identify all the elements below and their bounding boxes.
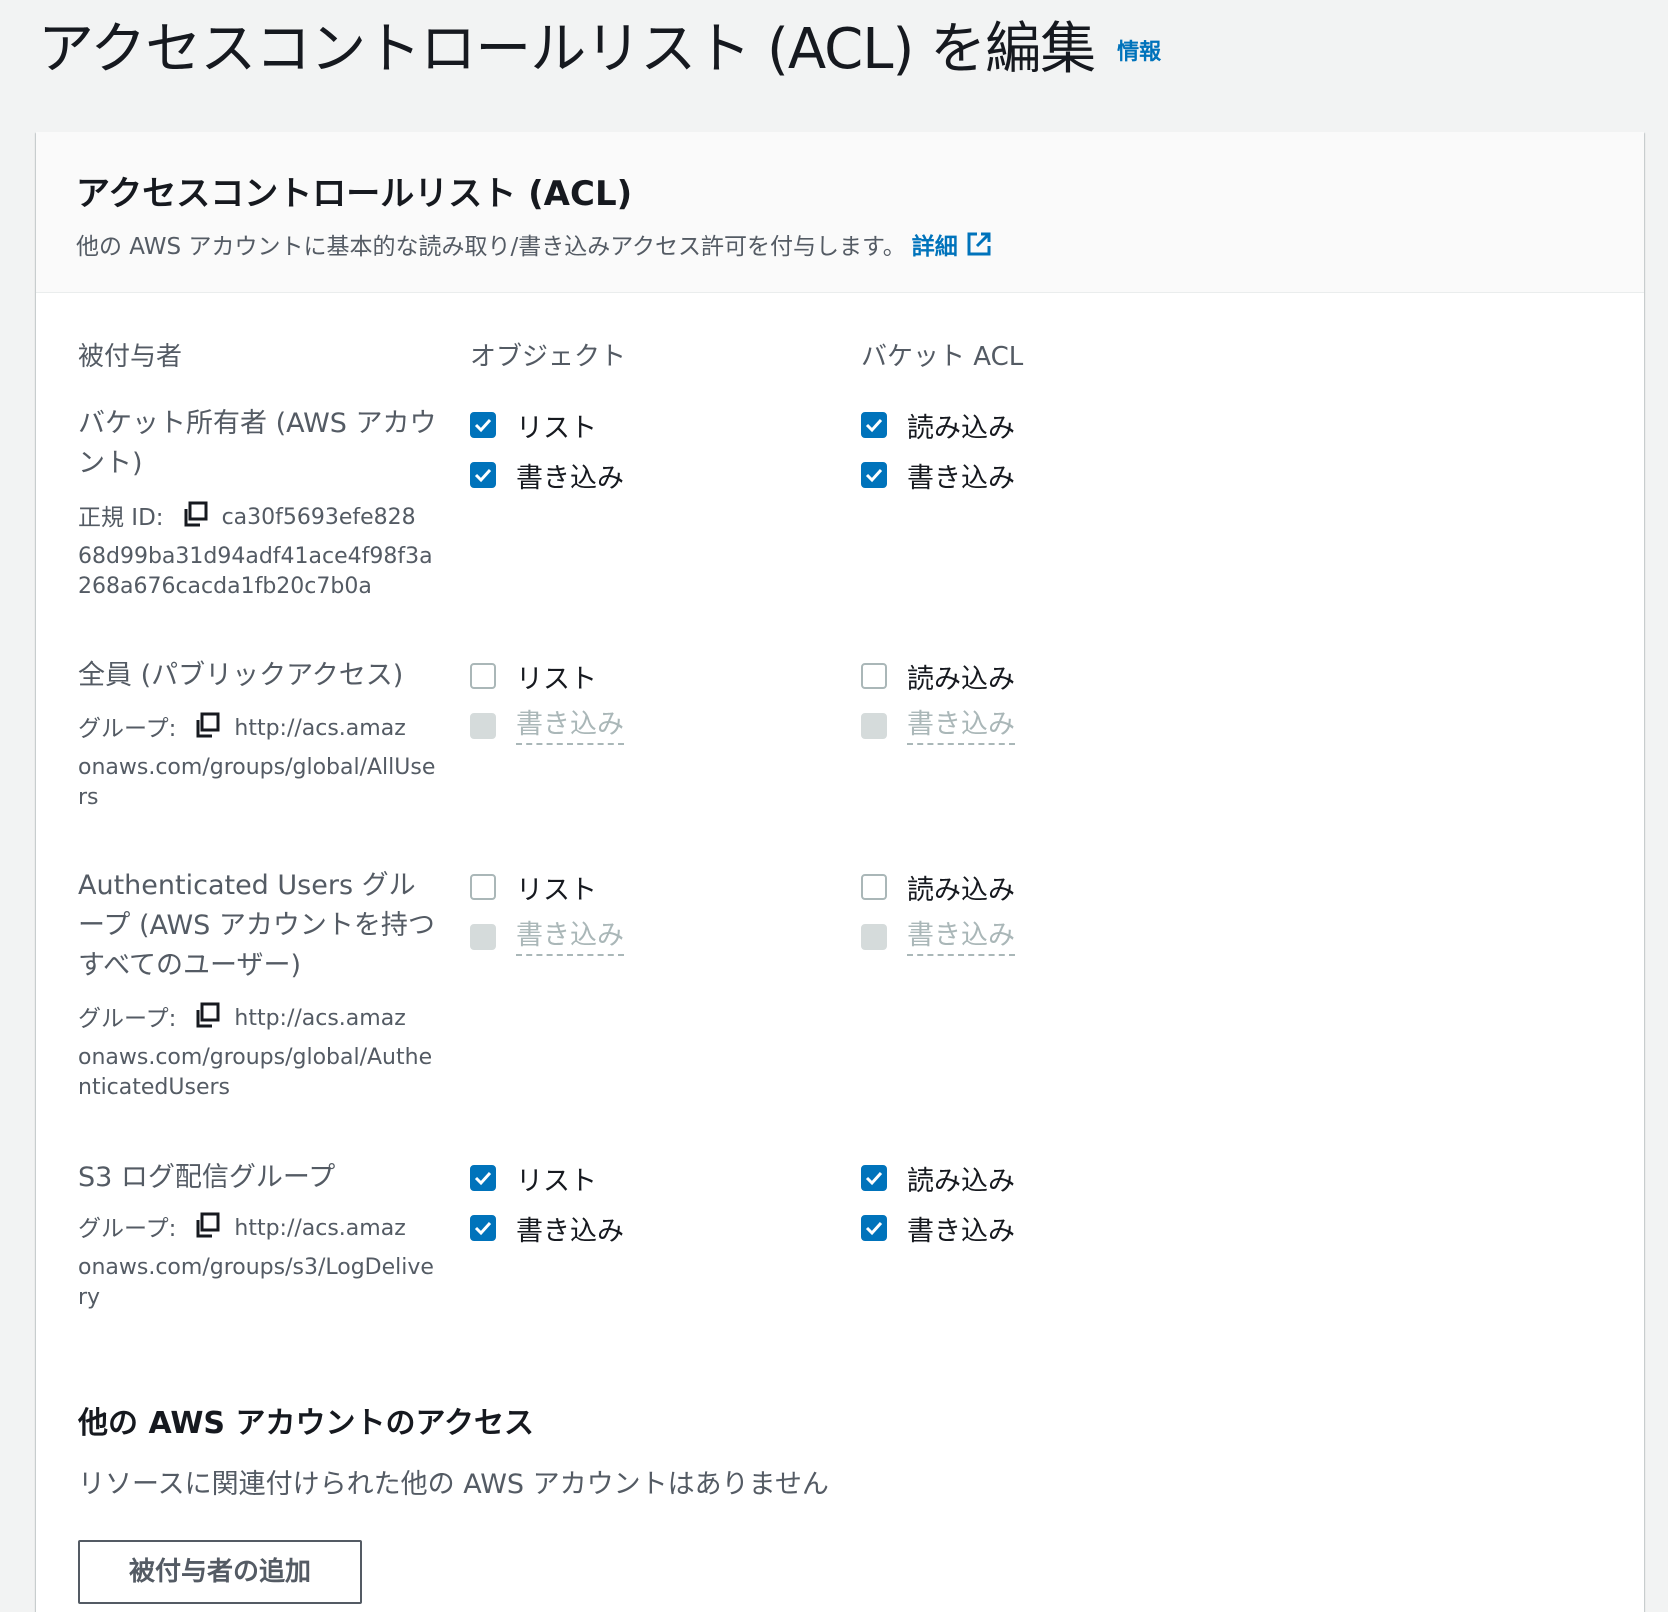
grantee-id-label: グループ: (78, 1006, 177, 1032)
checkbox-box[interactable] (861, 663, 887, 689)
checkbox-label: リスト (516, 663, 597, 695)
grantee-id-value-start: http://acs.amaz (234, 716, 406, 741)
grantee-id-label: 正規 ID: (78, 505, 164, 531)
checkbox-objects-list[interactable]: リスト (470, 656, 597, 696)
checkbox-box[interactable] (861, 462, 887, 488)
checkbox-bucket-acl-read[interactable]: 読み込み (861, 867, 1015, 907)
page-title: アクセスコントロールリスト (ACL) を編集 (38, 16, 1096, 82)
checkbox-label: 書き込み (907, 1215, 1015, 1247)
checkbox-label: リスト (516, 1165, 597, 1197)
grantee-id-value-start: ca30f5693efe828 (221, 505, 416, 530)
grantee-id: 正規 ID: ca30f5693efe828 68d99ba31d94adf41… (78, 498, 438, 602)
checkbox-bucket-acl-read[interactable]: 読み込み (861, 405, 1015, 445)
check-icon (865, 468, 883, 483)
checkbox-bucket-acl-write[interactable]: 書き込み (861, 1208, 1015, 1248)
checkbox-box[interactable] (861, 1215, 887, 1241)
checkbox-box[interactable] (470, 1215, 496, 1241)
info-link[interactable]: 情報 (1117, 34, 1161, 66)
checkbox-label: 読み込み (907, 1165, 1015, 1197)
acl-section-title: アクセスコントロールリスト (ACL) (76, 174, 633, 214)
checkbox-bucket-acl-write[interactable]: 書き込み (861, 455, 1015, 495)
other-accounts-title: 他の AWS アカウントのアクセス (78, 1406, 534, 1441)
checkbox-box[interactable] (861, 1165, 887, 1191)
column-header-objects: オブジェクト (470, 342, 627, 372)
checkbox-box[interactable] (861, 412, 887, 438)
grantee-id-value-start: http://acs.amaz (234, 1216, 406, 1241)
check-icon (474, 468, 492, 483)
checkbox-label: リスト (516, 412, 597, 444)
checkbox-label: 読み込み (907, 874, 1015, 906)
checkbox-label: 書き込み (516, 462, 624, 494)
check-icon (474, 1171, 492, 1186)
learn-more-link[interactable]: 詳細 (912, 227, 992, 261)
checkbox-objects-write[interactable]: 書き込み (470, 1208, 624, 1248)
grantee-id-value-rest: onaws.com/groups/s3/LogDelivery (78, 1255, 434, 1310)
checkbox-box[interactable] (470, 412, 496, 438)
grantee-id: グループ: http://acs.amaz onaws.com/groups/s… (78, 1209, 438, 1313)
checkbox-box-disabled (470, 924, 496, 950)
checkbox-label: 書き込み (516, 707, 624, 745)
checkbox-label: リスト (516, 874, 597, 906)
grantee-name: 全員 (パブリックアクセス) (78, 660, 404, 691)
grantee-id-value-rest: 68d99ba31d94adf41ace4f98f3a268a676cacda1… (78, 544, 433, 599)
checkbox-label: 書き込み (516, 918, 624, 956)
checkbox-bucket-acl-read[interactable]: 読み込み (861, 656, 1015, 696)
page-header: アクセスコントロールリスト (ACL) を編集 情報 (38, 4, 1161, 84)
grantee-id-label: グループ: (78, 716, 177, 742)
checkbox-box[interactable] (470, 663, 496, 689)
grantee-name: S3 ログ配信グループ (78, 1162, 336, 1193)
checkbox-label: 読み込み (907, 412, 1015, 444)
checkbox-box[interactable] (861, 874, 887, 900)
other-accounts-empty-text: リソースに関連付けられた他の AWS アカウントはありません (78, 1469, 829, 1500)
learn-more-label: 詳細 (911, 234, 958, 260)
grantee-id-label: グループ: (78, 1216, 177, 1242)
check-icon (865, 1221, 883, 1236)
checkbox-box[interactable] (470, 462, 496, 488)
checkbox-box-disabled (861, 713, 887, 739)
checkbox-label: 書き込み (907, 918, 1015, 956)
checkbox-box-disabled (861, 924, 887, 950)
add-grantee-button[interactable]: 被付与者の追加 (78, 1540, 362, 1604)
checkbox-objects-list[interactable]: リスト (470, 867, 597, 907)
checkbox-box-disabled (470, 713, 496, 739)
checkbox-objects-list[interactable]: リスト (470, 1158, 597, 1198)
grantee-id: グループ: http://acs.amaz onaws.com/groups/g… (78, 709, 438, 813)
checkbox-box[interactable] (470, 874, 496, 900)
grantee-id: グループ: http://acs.amaz onaws.com/groups/g… (78, 999, 438, 1103)
checkbox-label: 書き込み (516, 1215, 624, 1247)
check-icon (474, 418, 492, 433)
copy-icon[interactable] (182, 501, 208, 536)
acl-description: 他の AWS アカウントに基本的な読み取り/書き込みアクセス許可を付与します。 … (76, 227, 1604, 261)
copy-icon[interactable] (194, 1212, 220, 1247)
copy-icon[interactable] (194, 1002, 220, 1037)
column-header-grantee: 被付与者 (78, 342, 183, 372)
check-icon (474, 1221, 492, 1236)
checkbox-objects-write: 書き込み (470, 706, 624, 746)
checkbox-objects-list[interactable]: リスト (470, 405, 597, 445)
checkbox-label: 書き込み (907, 462, 1015, 494)
column-header-bucket-acl: バケット ACL (861, 342, 1024, 372)
grantee-id-value-rest: onaws.com/groups/global/AllUsers (78, 755, 436, 810)
checkbox-box[interactable] (470, 1165, 496, 1191)
checkbox-bucket-acl-write: 書き込み (861, 917, 1015, 957)
checkbox-label: 読み込み (907, 663, 1015, 695)
copy-icon[interactable] (194, 712, 220, 747)
check-icon (865, 1171, 883, 1186)
checkbox-bucket-acl-read[interactable]: 読み込み (861, 1158, 1015, 1198)
checkbox-label: 書き込み (907, 707, 1015, 745)
acl-container-header: アクセスコントロールリスト (ACL) 他の AWS アカウントに基本的な読み取… (36, 132, 1644, 293)
grantee-name: バケット所有者 (AWS アカウント) (78, 408, 437, 479)
check-icon (865, 418, 883, 433)
grantee-id-value-start: http://acs.amaz (234, 1006, 406, 1031)
checkbox-bucket-acl-write: 書き込み (861, 706, 1015, 746)
acl-description-text: 他の AWS アカウントに基本的な読み取り/書き込みアクセス許可を付与します。 (76, 234, 906, 260)
checkbox-objects-write: 書き込み (470, 917, 624, 957)
checkbox-objects-write[interactable]: 書き込み (470, 455, 624, 495)
grantee-name: Authenticated Users グループ (AWS アカウントを持つすべ… (78, 870, 435, 981)
grantee-id-value-rest: onaws.com/groups/global/AuthenticatedUse… (78, 1045, 433, 1100)
external-link-icon (967, 232, 991, 256)
